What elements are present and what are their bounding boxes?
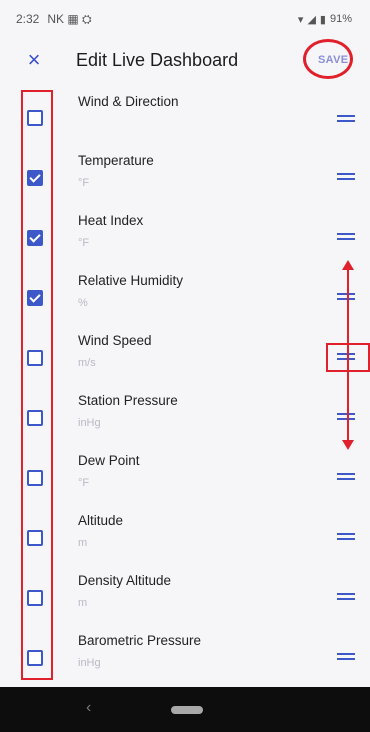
drag-handle-icon[interactable] <box>337 173 355 181</box>
item-unit: m <box>78 537 88 549</box>
list-item: Station Pressure inHg <box>0 384 370 444</box>
drag-handle-icon[interactable] <box>337 413 355 421</box>
drag-handle-icon[interactable] <box>337 533 355 541</box>
drag-handle-icon[interactable] <box>337 115 355 123</box>
item-unit: inHg <box>78 657 101 669</box>
item-label: Temperature <box>78 153 154 168</box>
arrow-down-icon <box>342 440 354 450</box>
checkbox[interactable] <box>27 650 43 666</box>
item-unit: °F <box>78 237 90 249</box>
drag-handle-icon[interactable] <box>337 293 355 301</box>
arrow-up-icon <box>342 260 354 270</box>
list-item: Relative Humidity % <box>0 264 370 324</box>
save-button[interactable]: SAVE <box>318 54 348 66</box>
item-unit: m/s <box>78 357 96 369</box>
list-item: Altitude m <box>0 504 370 564</box>
list-item: Density Altitude m <box>0 564 370 624</box>
item-unit: inHg <box>78 417 101 429</box>
list-item: Heat Index °F <box>0 204 370 264</box>
notification-icons: NK ▦ ⛭ <box>47 11 92 26</box>
checkbox[interactable] <box>27 290 43 306</box>
item-label: Density Altitude <box>78 573 172 588</box>
checkbox[interactable] <box>27 350 43 366</box>
drag-handle-icon[interactable] <box>337 353 355 361</box>
drag-handle-icon[interactable] <box>337 233 355 241</box>
battery-level: 91% <box>329 13 352 25</box>
checkbox[interactable] <box>27 470 43 486</box>
checkbox[interactable] <box>27 110 43 126</box>
home-pill-icon[interactable] <box>171 706 203 714</box>
navigation-bar: ‹ <box>0 687 370 732</box>
item-unit: % <box>78 297 88 309</box>
item-label: Dew Point <box>78 453 140 468</box>
list-item: Dew Point °F <box>0 444 370 504</box>
wifi-icon: ▾ <box>297 13 304 26</box>
list-item: Temperature °F <box>0 144 370 204</box>
battery-icon: ▮ <box>319 13 326 26</box>
list-item: Wind & Direction <box>0 84 370 144</box>
status-left: 2:32 NK ▦ ⛭ <box>16 12 92 27</box>
status-right: ▾ ◢ ▮ 91% <box>298 13 352 26</box>
item-label: Heat Index <box>78 213 144 228</box>
item-label: Relative Humidity <box>78 273 184 288</box>
drag-handle-icon[interactable] <box>337 653 355 661</box>
item-label: Wind Speed <box>78 333 152 348</box>
app-bar: × Edit Live Dashboard SAVE <box>0 38 370 84</box>
back-icon[interactable]: ‹ <box>86 699 91 717</box>
checkbox[interactable] <box>27 170 43 186</box>
checkbox[interactable] <box>27 230 43 246</box>
item-label: Altitude <box>78 513 124 528</box>
drag-handle-icon[interactable] <box>337 473 355 481</box>
signal-icon: ◢ <box>307 13 316 26</box>
item-label: Wind & Direction <box>78 94 179 109</box>
reorder-arrow-line <box>347 267 349 443</box>
checkbox[interactable] <box>27 590 43 606</box>
status-time: 2:32 <box>16 12 40 26</box>
status-bar: 2:32 NK ▦ ⛭ ▾ ◢ ▮ 91% <box>0 0 370 38</box>
checkbox[interactable] <box>27 530 43 546</box>
page-title: Edit Live Dashboard <box>76 50 239 70</box>
close-icon[interactable]: × <box>22 48 46 72</box>
item-label: Station Pressure <box>78 393 178 408</box>
item-unit: m <box>78 597 88 609</box>
item-unit: °F <box>78 477 90 489</box>
drag-handle-icon[interactable] <box>337 593 355 601</box>
list-item: Wind Speed m/s <box>0 324 370 384</box>
list-item: Barometric Pressure inHg <box>0 624 370 684</box>
item-unit: °F <box>78 177 90 189</box>
checkbox[interactable] <box>27 410 43 426</box>
item-label: Barometric Pressure <box>78 633 202 648</box>
